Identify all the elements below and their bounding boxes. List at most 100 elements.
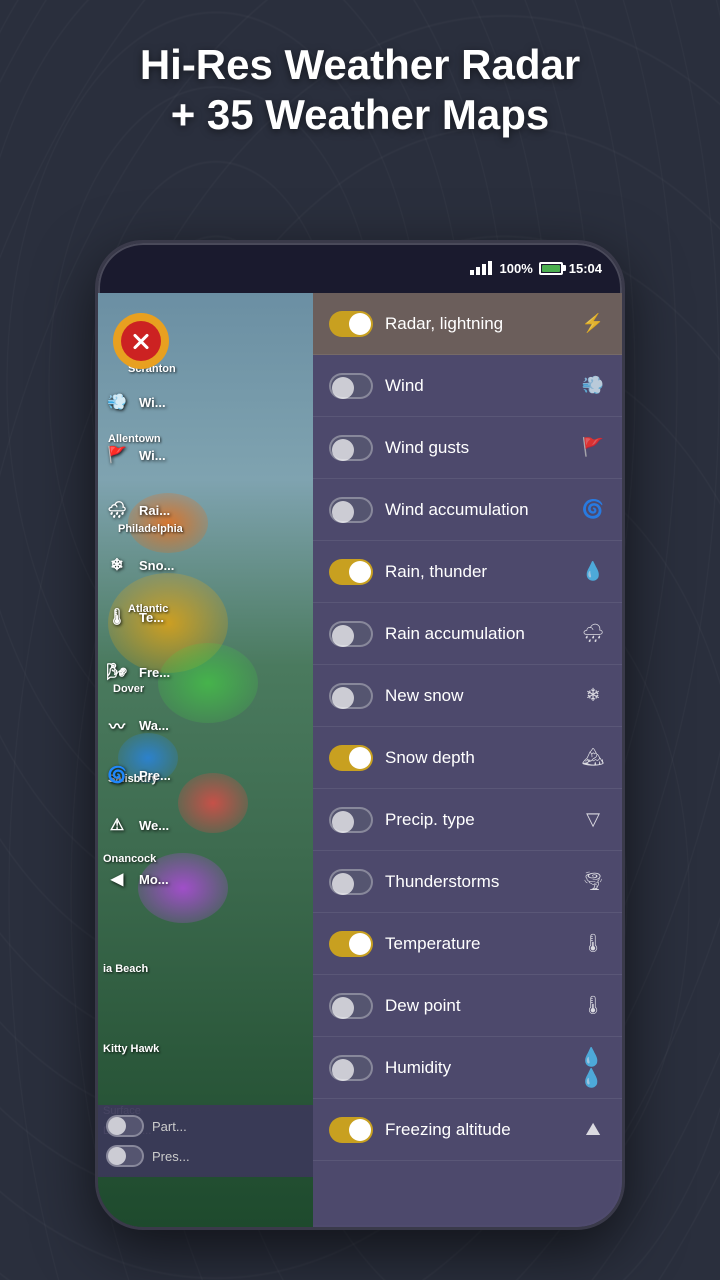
wind-menu-icon: 💨 [580, 373, 606, 399]
new-snow-icon: ❄ [580, 683, 606, 709]
menu-item-new-snow[interactable]: New snow ❄ [313, 665, 622, 727]
rain-icon: 🌧 [103, 496, 131, 524]
rain-thunder-icon: 💧 [580, 559, 606, 585]
accumulation-icon: 🌀 [580, 497, 606, 523]
menu-label-thunderstorms: Thunderstorms [385, 872, 568, 892]
menu-label-precip-type: Precip. type [385, 810, 568, 830]
temperature-icon: 🌡 [580, 931, 606, 957]
menu-item-dew-point[interactable]: Dew point 🌡 [313, 975, 622, 1037]
menu-item-freezing-altitude[interactable]: Freezing altitude ⛰ [313, 1099, 622, 1161]
left-menu-wave[interactable]: 〰 Wa... [103, 711, 169, 739]
city-philadelphia: Philadelphia [118, 523, 183, 535]
right-panel-menu: Radar, lightning ⚡ Wind 💨 Wind gusts 🚩 [313, 293, 622, 1227]
precip-icon: 🌀 [103, 761, 131, 789]
toggle-part[interactable] [106, 1115, 144, 1137]
menu-label-rain-accumulation: Rain accumulation [385, 624, 568, 644]
menu-item-radar-lightning[interactable]: Radar, lightning ⚡ [313, 293, 622, 355]
humidity-icon: 💧💧 [580, 1055, 606, 1081]
phone-content: Scranton Allentown Philadelphia Atlantic… [98, 293, 622, 1227]
toggle-snow-depth[interactable] [329, 745, 373, 771]
status-bar: 100% 15:04 [98, 253, 622, 283]
toggle-humidity[interactable] [329, 1055, 373, 1081]
left-menu-freeze[interactable]: 🌬 Fre... [103, 658, 170, 686]
menu-label-freezing-altitude: Freezing altitude [385, 1120, 568, 1140]
map-area: Scranton Allentown Philadelphia Atlantic… [98, 293, 313, 1227]
city-onancock: Onancock [103, 853, 156, 865]
toggle-new-snow[interactable] [329, 683, 373, 709]
menu-label-new-snow: New snow [385, 686, 568, 706]
menu-label-temperature: Temperature [385, 934, 568, 954]
toggle-thunderstorms[interactable] [329, 869, 373, 895]
phone-frame: 100% 15:04 Scranton Allentown Philadelph… [95, 240, 625, 1230]
page-title: Hi-Res Weather Radar + 35 Weather Maps [0, 40, 720, 141]
gusts-icon: 🚩 [580, 435, 606, 461]
menu-label-humidity: Humidity [385, 1058, 568, 1078]
warning-icon: ⚠ [103, 811, 131, 839]
menu-item-snow-depth[interactable]: Snow depth 🏔 [313, 727, 622, 789]
left-menu-temp[interactable]: 🌡 Te... [103, 603, 164, 631]
menu-label-wind-gusts: Wind gusts [385, 438, 568, 458]
flag-icon: 🚩 [103, 441, 131, 469]
left-menu-more[interactable]: ◀ Mo... [103, 865, 169, 893]
precip-type-icon: ▽ [580, 807, 606, 833]
toggle-freezing-altitude[interactable] [329, 1117, 373, 1143]
thunderstorms-icon: 🌪 [580, 869, 606, 895]
toggle-radar-lightning[interactable] [329, 311, 373, 337]
left-menu-rain[interactable]: 🌧 Rai... [103, 496, 170, 524]
battery-icon [539, 262, 563, 275]
freezing-alt-icon: ⛰ [580, 1117, 606, 1143]
radar-patch-5 [178, 773, 248, 833]
bottom-overlay: Part... Pres... [98, 1105, 313, 1177]
menu-label-dew-point: Dew point [385, 996, 568, 1016]
bottom-item-part[interactable]: Part... [106, 1111, 305, 1141]
menu-item-rain-accumulation[interactable]: Rain accumulation 🌧 [313, 603, 622, 665]
temp-icon: 🌡 [103, 603, 131, 631]
toggle-wind-gusts[interactable] [329, 435, 373, 461]
toggle-wind-accumulation[interactable] [329, 497, 373, 523]
close-icon[interactable] [121, 321, 161, 361]
menu-label-snow-depth: Snow depth [385, 748, 568, 768]
menu-item-wind[interactable]: Wind 💨 [313, 355, 622, 417]
battery-percent: 100% [500, 261, 533, 276]
rain-accum-icon: 🌧 [580, 621, 606, 647]
city-vabeach: ia Beach [103, 963, 148, 975]
signal-icon [470, 261, 492, 275]
menu-label-wind-accumulation: Wind accumulation [385, 500, 568, 520]
dew-point-icon: 🌡 [580, 993, 606, 1019]
menu-item-rain-thunder[interactable]: Rain, thunder 💧 [313, 541, 622, 603]
title-area: Hi-Res Weather Radar + 35 Weather Maps [0, 40, 720, 141]
close-button[interactable]: ⚡ [113, 313, 169, 369]
menu-label-wind: Wind [385, 376, 568, 396]
toggle-wind[interactable] [329, 373, 373, 399]
back-icon: ◀ [103, 865, 131, 893]
left-menu-windgusts[interactable]: 🚩 Wi... [103, 441, 166, 469]
radar-patch-3 [158, 643, 258, 723]
wave-icon: 〰 [103, 711, 131, 739]
left-menu-snow[interactable]: ❄ Sno... [103, 551, 174, 579]
toggle-temperature[interactable] [329, 931, 373, 957]
menu-label-rain-thunder: Rain, thunder [385, 562, 568, 582]
snow-icon: ❄ [103, 551, 131, 579]
menu-item-humidity[interactable]: Humidity 💧💧 [313, 1037, 622, 1099]
menu-label-radar-lightning: Radar, lightning [385, 314, 568, 334]
wind-icon: 💨 [103, 388, 131, 416]
clock: 15:04 [569, 261, 602, 276]
menu-item-precip-type[interactable]: Precip. type ▽ [313, 789, 622, 851]
toggle-pres[interactable] [106, 1145, 144, 1167]
bottom-item-pres[interactable]: Pres... [106, 1141, 305, 1171]
toggle-dew-point[interactable] [329, 993, 373, 1019]
snow-depth-icon: 🏔 [580, 745, 606, 771]
left-menu-warning[interactable]: ⚠ We... [103, 811, 169, 839]
menu-item-wind-gusts[interactable]: Wind gusts 🚩 [313, 417, 622, 479]
toggle-rain-accumulation[interactable] [329, 621, 373, 647]
freeze-icon: 🌬 [103, 658, 131, 686]
menu-item-temperature[interactable]: Temperature 🌡 [313, 913, 622, 975]
left-menu-wind[interactable]: 💨 Wi... [103, 388, 166, 416]
city-kittyhawk: Kitty Hawk [103, 1043, 159, 1055]
menu-item-wind-accumulation[interactable]: Wind accumulation 🌀 [313, 479, 622, 541]
toggle-rain-thunder[interactable] [329, 559, 373, 585]
toggle-precip-type[interactable] [329, 807, 373, 833]
menu-item-thunderstorms[interactable]: Thunderstorms 🌪 [313, 851, 622, 913]
lightning-icon: ⚡ [580, 311, 606, 337]
left-menu-precip[interactable]: 🌀 Pre... [103, 761, 171, 789]
